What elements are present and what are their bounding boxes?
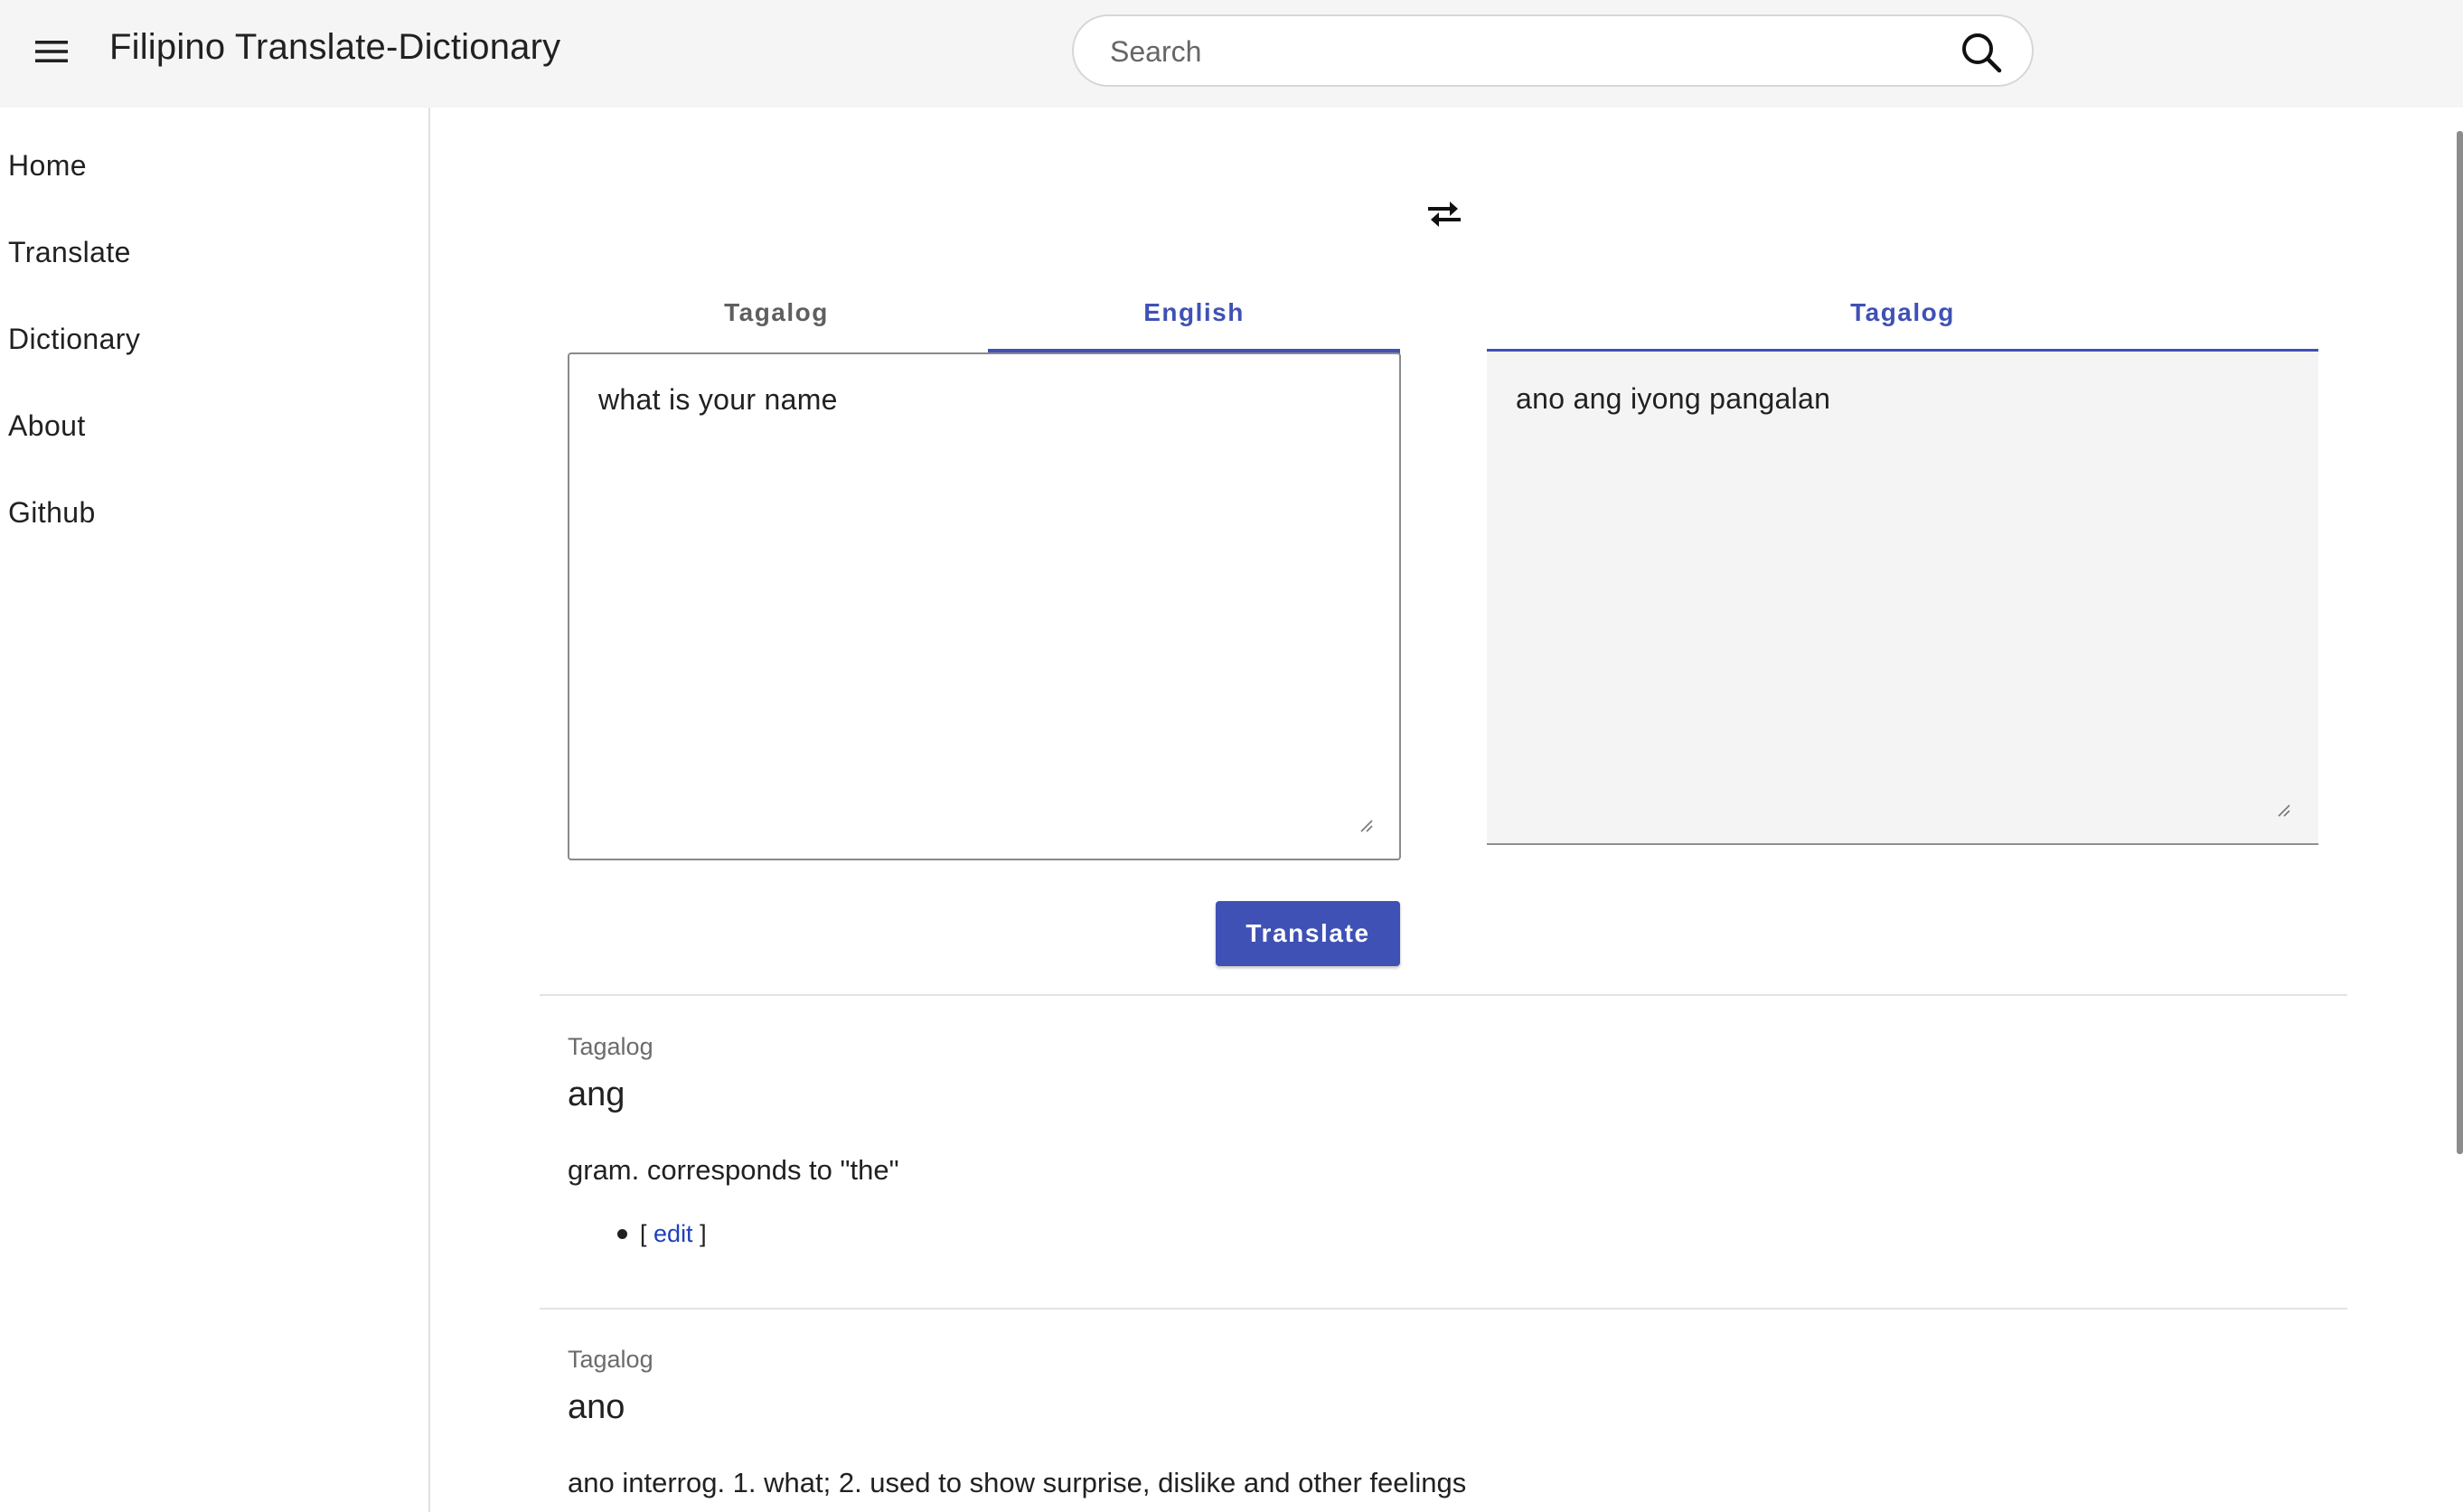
entry-language: Tagalog bbox=[568, 1033, 653, 1060]
source-text: what is your name bbox=[598, 383, 838, 416]
tab-source-english[interactable]: English bbox=[988, 271, 1400, 354]
translation-text: ano ang iyong pangalan bbox=[1516, 382, 1831, 415]
edit-bracket-open: [ bbox=[640, 1220, 647, 1247]
swap-languages-button[interactable] bbox=[1417, 192, 1471, 237]
sidebar-item-dictionary[interactable]: Dictionary bbox=[8, 323, 140, 356]
scrollbar-thumb[interactable] bbox=[2457, 131, 2463, 1154]
translation-output[interactable]: ano ang iyong pangalan bbox=[1487, 352, 2318, 845]
resize-grip-icon[interactable] bbox=[2275, 802, 2291, 818]
search-button[interactable] bbox=[1956, 27, 2007, 78]
swap-arrows-icon bbox=[1428, 202, 1461, 227]
search-bar bbox=[1072, 14, 2034, 87]
tab-target-tagalog[interactable]: Tagalog bbox=[1487, 271, 2318, 354]
app-title: Filipino Translate-Dictionary bbox=[109, 27, 561, 67]
entry-edit-row: [ edit ] bbox=[640, 1220, 707, 1248]
search-icon bbox=[1962, 33, 2002, 73]
resize-grip-icon[interactable] bbox=[1358, 817, 1374, 833]
search-input[interactable] bbox=[1110, 27, 1923, 76]
edit-bracket-close: ] bbox=[700, 1220, 707, 1247]
entry-word: ang bbox=[568, 1075, 625, 1113]
entry-word: ano bbox=[568, 1388, 625, 1426]
entry-definition: gram. corresponds to "the" bbox=[568, 1154, 899, 1186]
hamburger-menu-icon bbox=[35, 41, 68, 62]
list-bullet bbox=[617, 1229, 627, 1239]
app-bar: Filipino Translate-Dictionary bbox=[0, 0, 2463, 108]
sidebar: Home Translate Dictionary About Github bbox=[0, 108, 430, 1512]
sidebar-item-github[interactable]: Github bbox=[8, 496, 96, 530]
entry-language: Tagalog bbox=[568, 1346, 653, 1373]
tab-source-tagalog[interactable]: Tagalog bbox=[568, 271, 985, 354]
sidebar-item-home[interactable]: Home bbox=[8, 149, 87, 183]
sidebar-item-about[interactable]: About bbox=[8, 409, 86, 443]
edit-link[interactable]: edit bbox=[653, 1220, 693, 1247]
translate-button[interactable]: Translate bbox=[1216, 901, 1400, 966]
divider bbox=[540, 994, 2347, 996]
sidebar-item-translate[interactable]: Translate bbox=[8, 236, 131, 269]
entry-definition: ano interrog. 1. what; 2. used to show s… bbox=[568, 1467, 1467, 1498]
source-text-input[interactable]: what is your name bbox=[568, 352, 1401, 860]
divider bbox=[540, 1308, 2347, 1310]
menu-button[interactable] bbox=[20, 20, 83, 83]
